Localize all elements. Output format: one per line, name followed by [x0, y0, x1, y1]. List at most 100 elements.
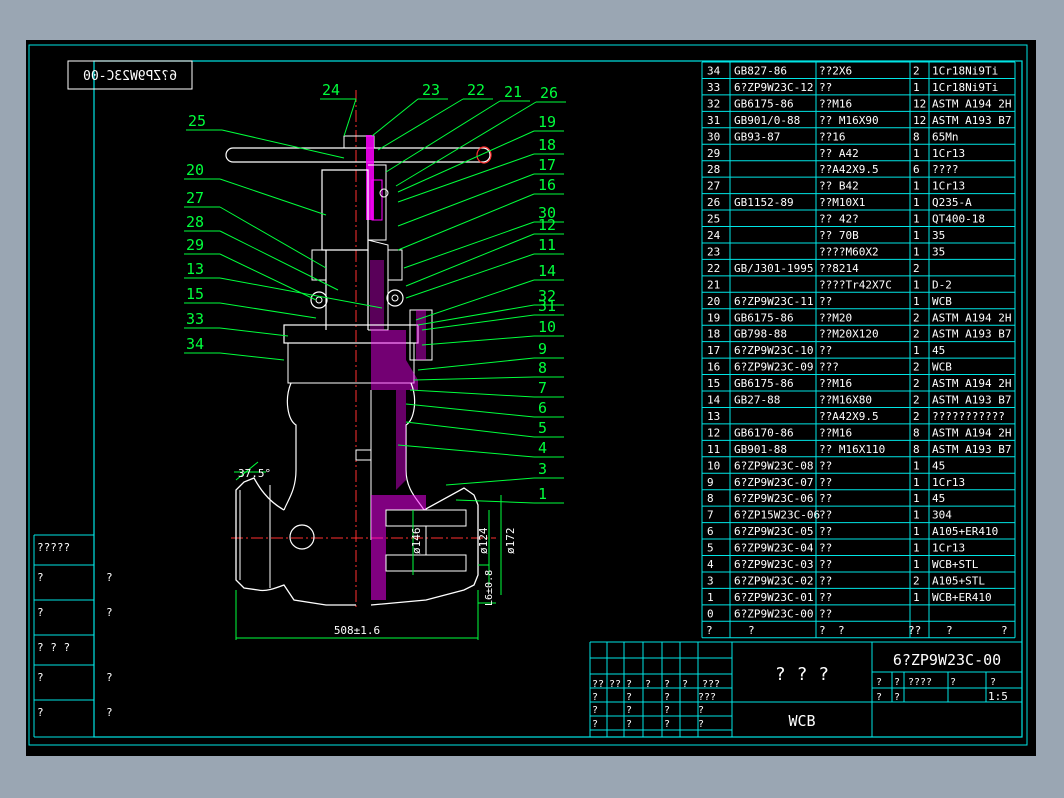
stem-section: [366, 135, 374, 220]
tb-grid-cell: ?: [645, 679, 651, 690]
bom-cell: 1: [913, 492, 920, 505]
bom-cell: 2: [913, 328, 920, 341]
bom-cell: Q235-A: [932, 196, 972, 209]
callout-label: 15: [186, 285, 204, 303]
bom-cell: 1Cr13: [932, 180, 965, 193]
callout-label: 17: [538, 156, 556, 174]
tb-grid-cell: ?: [682, 679, 688, 690]
bom-cell: 32: [707, 97, 720, 110]
bom-cell: 21: [707, 278, 720, 291]
tb-mid-cell: ?: [950, 677, 956, 688]
bom-cell: 35: [932, 229, 945, 242]
bom-cell: WCB+STL: [932, 558, 979, 571]
tb-mid-cell: ?: [894, 677, 900, 688]
callout-label: 11: [538, 236, 556, 254]
bom-cell: 6: [913, 163, 920, 176]
bom-cell: GB6175-86: [734, 377, 794, 390]
bom-cell: ?? 42?: [819, 213, 859, 226]
callout-label: 26: [540, 84, 558, 102]
strip-label: ?????: [37, 541, 70, 554]
strip-value: ?: [106, 671, 113, 684]
bom-cell: 7: [707, 509, 714, 522]
bom-cell: 17: [707, 344, 720, 357]
bom-cell: 2: [913, 65, 920, 78]
bom-cell: 35: [932, 245, 945, 258]
callout-label: 22: [467, 81, 485, 99]
bom-cell: 1: [913, 245, 920, 258]
bom-cell: 6?ZP9W23C-06: [734, 492, 813, 505]
bom-cell: ?? M16X110: [819, 443, 885, 456]
callout-label: 25: [188, 112, 206, 130]
bom-cell: 6?ZP9W23C-02: [734, 574, 813, 587]
tb-grid-cell: ?: [592, 719, 598, 730]
bom-cell: 26: [707, 196, 720, 209]
bom-cell: 1Cr13: [932, 542, 965, 555]
callout-leader: [221, 129, 345, 159]
bom-cell: 12: [913, 97, 926, 110]
callout-leader: [421, 314, 535, 331]
bom-cell: 65Mn: [932, 130, 959, 143]
dim-d124-label: ø124: [477, 527, 490, 554]
bom-cell: 2: [913, 394, 920, 407]
bom-cell: GB1152-89: [734, 196, 794, 209]
bom-cell: ASTM A193 B7: [932, 443, 1011, 456]
bom-footer-cell: ?: [838, 624, 845, 637]
tb-grid-cell: ??: [592, 679, 604, 690]
strip-value: ?: [106, 706, 113, 719]
bom-cell: 28: [707, 163, 720, 176]
bom-cell: 34: [707, 65, 721, 78]
bom-cell: WCB+ER410: [932, 591, 992, 604]
bom-cell: 6?ZP9W23C-12: [734, 81, 813, 94]
callout-leader: [421, 335, 535, 346]
bom-cell: 1: [913, 278, 920, 291]
bom-cell: 25: [707, 213, 720, 226]
bom-cell: ??: [819, 525, 832, 538]
bom-cell: GB901-88: [734, 443, 787, 456]
tb-mid-cell: ?: [876, 677, 882, 688]
bom-cell: 1: [913, 81, 920, 94]
strip-label: ?: [37, 571, 44, 584]
callout-label: 10: [538, 318, 556, 336]
bom-cell: 45: [932, 492, 945, 505]
bom-cell: ??: [819, 509, 832, 522]
yoke-bolt-right: [386, 289, 404, 307]
callout-leader: [405, 421, 535, 438]
valve-body-left: [235, 477, 356, 606]
bom-cell: GB6175-86: [734, 311, 794, 324]
bom-cell: 1: [913, 558, 920, 571]
bom-cell: 1: [913, 591, 920, 604]
bom-cell: 12: [707, 426, 720, 439]
bom-cell: 0: [707, 607, 714, 620]
bom-cell: 304: [932, 509, 952, 522]
tb-mid-cell: ?: [876, 692, 882, 703]
bom-cell: 33: [707, 81, 720, 94]
callout-label: 34: [186, 335, 204, 353]
bom-cell: ??: [819, 295, 832, 308]
bom-cell: 13: [707, 410, 720, 423]
bom-cell: ???????????: [932, 410, 1005, 423]
bom-cell: GB901/0-88: [734, 114, 800, 127]
bom-cell: 1: [913, 542, 920, 555]
bom-cell: ??M20: [819, 311, 852, 324]
bom-cell: 29: [707, 147, 720, 160]
callout-label: 4: [538, 439, 547, 457]
bom-cell: ????Tr42X7C: [819, 278, 892, 291]
bom-cell: 1Cr18Ni9Ti: [932, 65, 998, 78]
bom-cell: 6?ZP15W23C-06: [734, 509, 820, 522]
bom-cell: 6?ZP9W23C-10: [734, 344, 813, 357]
title-block: ? ? ?6?ZP9W23C-00WCB1:5?????????????????…: [589, 641, 1022, 737]
bom-cell: GB93-87: [734, 130, 780, 143]
bom-cell: ???: [819, 361, 839, 374]
bom-cell: 8: [913, 443, 920, 456]
bom-footer-cell: ?: [748, 624, 755, 637]
callout-label: 13: [186, 260, 204, 278]
bom-cell: ??M16: [819, 97, 852, 110]
bom-cell: ?? 70B: [819, 229, 859, 242]
tb-mid-cell: ????: [908, 677, 932, 688]
bom-cell: ????M60X2: [819, 245, 879, 258]
bom-cell: ASTM A193 B7: [932, 114, 1011, 127]
bom-cell: WCB: [932, 361, 952, 374]
title-scale: 1:5: [988, 690, 1008, 703]
bom-cell: 31: [707, 114, 720, 127]
bom-cell: QT400-18: [932, 213, 985, 226]
